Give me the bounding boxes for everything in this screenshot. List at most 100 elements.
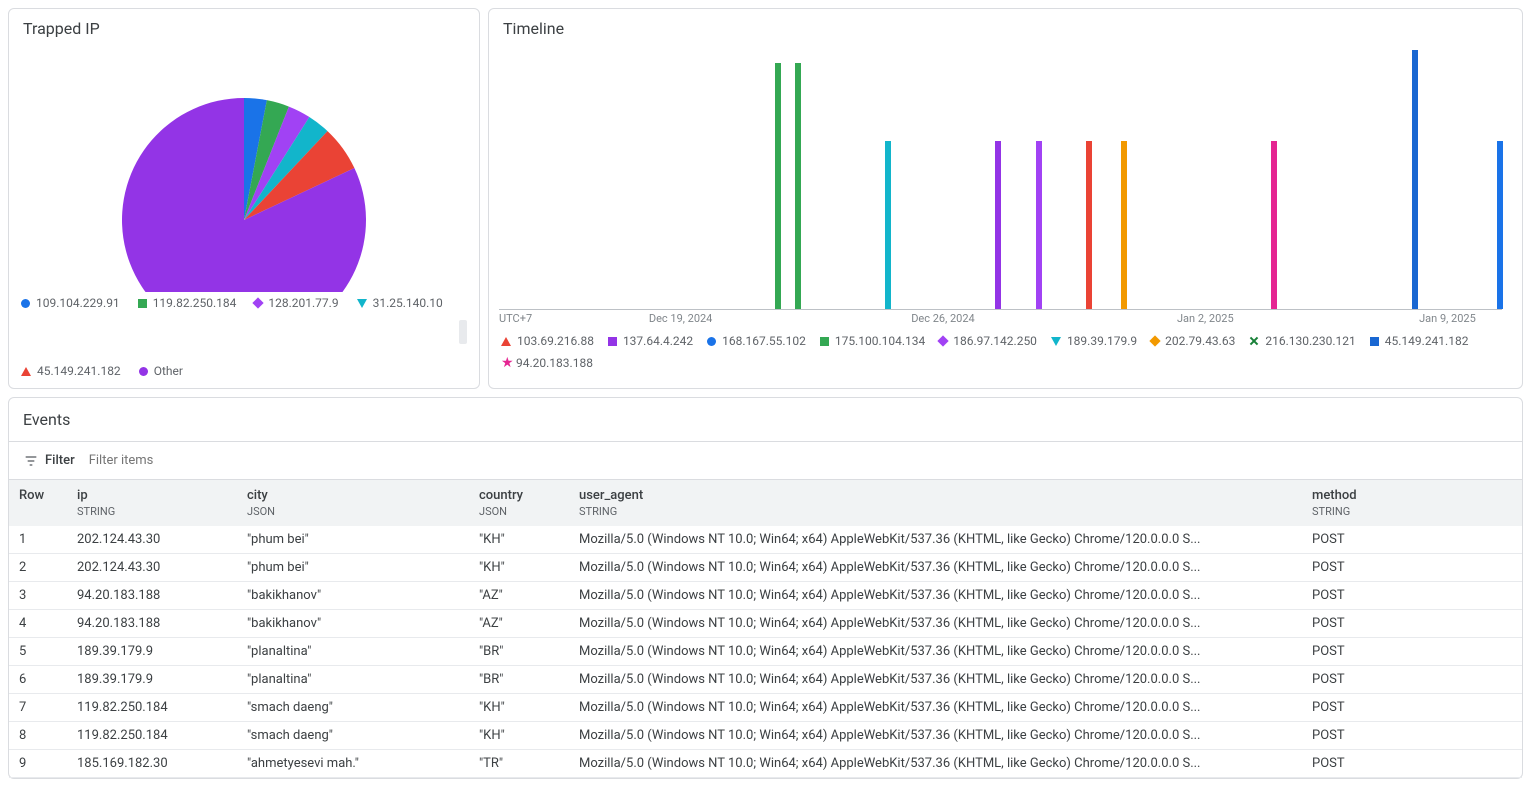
filter-input[interactable] [87, 452, 287, 469]
legend-label: 119.82.250.184 [153, 296, 237, 310]
cell-city: "phum bei" [237, 526, 469, 554]
pie-chart[interactable] [119, 42, 369, 292]
table-row[interactable]: 5189.39.179.9"planaltina""BR"Mozilla/5.0… [9, 638, 1522, 666]
column-header[interactable]: methodSTRING [1302, 480, 1522, 527]
legend-item[interactable]: 103.69.216.88 [501, 334, 594, 348]
cell-method: POST [1302, 666, 1522, 694]
cell-city: "planaltina" [237, 666, 469, 694]
panel-title: Timeline [489, 9, 1522, 42]
column-header[interactable]: cityJSON [237, 480, 469, 527]
legend-item[interactable]: Other [139, 364, 183, 378]
column-name: user_agent [579, 488, 643, 503]
legend-item[interactable]: 45.149.241.182 [21, 364, 121, 378]
timeline-bar[interactable] [1121, 141, 1127, 309]
cell-method: POST [1302, 610, 1522, 638]
column-header[interactable]: Row [9, 480, 67, 527]
table-row[interactable]: 7119.82.250.184"smach daeng""KH"Mozilla/… [9, 694, 1522, 722]
cell-method: POST [1302, 638, 1522, 666]
table-row[interactable]: 394.20.183.188"bakikhanov""AZ"Mozilla/5.… [9, 582, 1522, 610]
legend-label: 109.104.229.91 [36, 296, 120, 310]
cell-city: "smach daeng" [237, 722, 469, 750]
cell-n: 2 [9, 554, 67, 582]
legend-label: 45.149.241.182 [37, 364, 121, 378]
panel-title: Trapped IP [9, 9, 479, 42]
timeline-bar[interactable] [885, 141, 891, 309]
legend-scrollbar[interactable] [459, 320, 467, 344]
column-header[interactable]: ipSTRING [67, 480, 237, 527]
cell-ip: 119.82.250.184 [67, 722, 237, 750]
timeline-bar[interactable] [1271, 141, 1277, 309]
table-row[interactable]: 1202.124.43.30"phum bei""KH"Mozilla/5.0 … [9, 526, 1522, 554]
cell-n: 5 [9, 638, 67, 666]
legend-label: 175.100.104.134 [835, 334, 925, 348]
filter-icon [23, 453, 39, 469]
legend-item[interactable]: 109.104.229.91 [21, 296, 120, 310]
timeline-bar[interactable] [1497, 141, 1503, 309]
cell-ua: Mozilla/5.0 (Windows NT 10.0; Win64; x64… [569, 722, 1302, 750]
cell-country: "KH" [469, 722, 569, 750]
legend-item[interactable]: 119.82.250.184 [138, 296, 237, 310]
column-type: JSON [247, 505, 459, 518]
cell-n: 3 [9, 582, 67, 610]
cell-ip: 189.39.179.9 [67, 638, 237, 666]
column-name: Row [19, 488, 44, 503]
cell-n: 6 [9, 666, 67, 694]
legend-label: 137.64.4.242 [623, 334, 693, 348]
cell-ua: Mozilla/5.0 (Windows NT 10.0; Win64; x64… [569, 526, 1302, 554]
legend-item[interactable]: ★94.20.183.188 [501, 356, 593, 370]
timeline-chart[interactable] [499, 50, 1502, 310]
legend-item[interactable]: 175.100.104.134 [820, 334, 925, 348]
timeline-bar[interactable] [1412, 50, 1418, 309]
legend-item[interactable]: 186.97.142.250 [939, 334, 1037, 348]
legend-label: 31.25.140.10 [373, 296, 443, 310]
panel-title: Events [9, 398, 1522, 442]
legend-label: 128.201.77.9 [268, 296, 338, 310]
cell-ip: 202.124.43.30 [67, 526, 237, 554]
legend-item[interactable]: 128.201.77.9 [254, 296, 338, 310]
legend-item[interactable]: 45.149.241.182 [1370, 334, 1469, 348]
table-row[interactable]: 494.20.183.188"bakikhanov""AZ"Mozilla/5.… [9, 610, 1522, 638]
legend-item[interactable]: 31.25.140.10 [357, 296, 443, 310]
cell-country: "BR" [469, 666, 569, 694]
cell-ip: 94.20.183.188 [67, 582, 237, 610]
timeline-bar[interactable] [1086, 141, 1092, 309]
timeline-bar[interactable] [795, 63, 801, 309]
column-name: country [479, 488, 523, 503]
legend-label: 94.20.183.188 [516, 356, 593, 370]
column-type: STRING [77, 505, 227, 518]
filter-button[interactable]: Filter [23, 453, 75, 469]
timeline-bar[interactable] [1036, 141, 1042, 309]
events-panel: Events Filter RowipSTRINGcityJSONcountry… [8, 397, 1523, 779]
cell-method: POST [1302, 582, 1522, 610]
cell-city: "planaltina" [237, 638, 469, 666]
column-header[interactable]: user_agent STRING [569, 480, 1302, 527]
cell-country: "BR" [469, 638, 569, 666]
column-type: STRING [579, 505, 1292, 518]
legend-label: 186.97.142.250 [953, 334, 1037, 348]
legend-item[interactable]: 168.167.55.102 [707, 334, 806, 348]
legend-item[interactable]: 216.130.230.121 [1249, 334, 1355, 348]
cell-country: "KH" [469, 554, 569, 582]
cell-n: 1 [9, 526, 67, 554]
legend-item[interactable]: 137.64.4.242 [608, 334, 693, 348]
legend-item[interactable]: 189.39.179.9 [1051, 334, 1137, 348]
timeline-bar[interactable] [775, 63, 781, 309]
cell-country: "AZ" [469, 610, 569, 638]
table-row[interactable]: 6189.39.179.9"planaltina""BR"Mozilla/5.0… [9, 666, 1522, 694]
timeline-bar[interactable] [995, 141, 1001, 309]
legend-label: 45.149.241.182 [1385, 334, 1469, 348]
pie-slice[interactable] [122, 98, 366, 292]
column-header[interactable]: countryJSON [469, 480, 569, 527]
table-row[interactable]: 2202.124.43.30"phum bei""KH"Mozilla/5.0 … [9, 554, 1522, 582]
x-axis-tick: Jan 9, 2025 [1419, 312, 1476, 325]
table-row[interactable]: 8119.82.250.184"smach daeng""KH"Mozilla/… [9, 722, 1522, 750]
legend-label: 202.79.43.63 [1165, 334, 1235, 348]
cell-ip: 119.82.250.184 [67, 694, 237, 722]
timeline-panel: Timeline UTC+7 Dec 19, 2024Dec 26, 2024J… [488, 8, 1523, 389]
cell-ua: Mozilla/5.0 (Windows NT 10.0; Win64; x64… [569, 554, 1302, 582]
cell-ua: Mozilla/5.0 (Windows NT 10.0; Win64; x64… [569, 694, 1302, 722]
cell-ua: Mozilla/5.0 (Windows NT 10.0; Win64; x64… [569, 610, 1302, 638]
x-axis-tick: Dec 26, 2024 [911, 312, 975, 325]
legend-item[interactable]: 202.79.43.63 [1151, 334, 1235, 348]
column-name: method [1312, 488, 1357, 503]
